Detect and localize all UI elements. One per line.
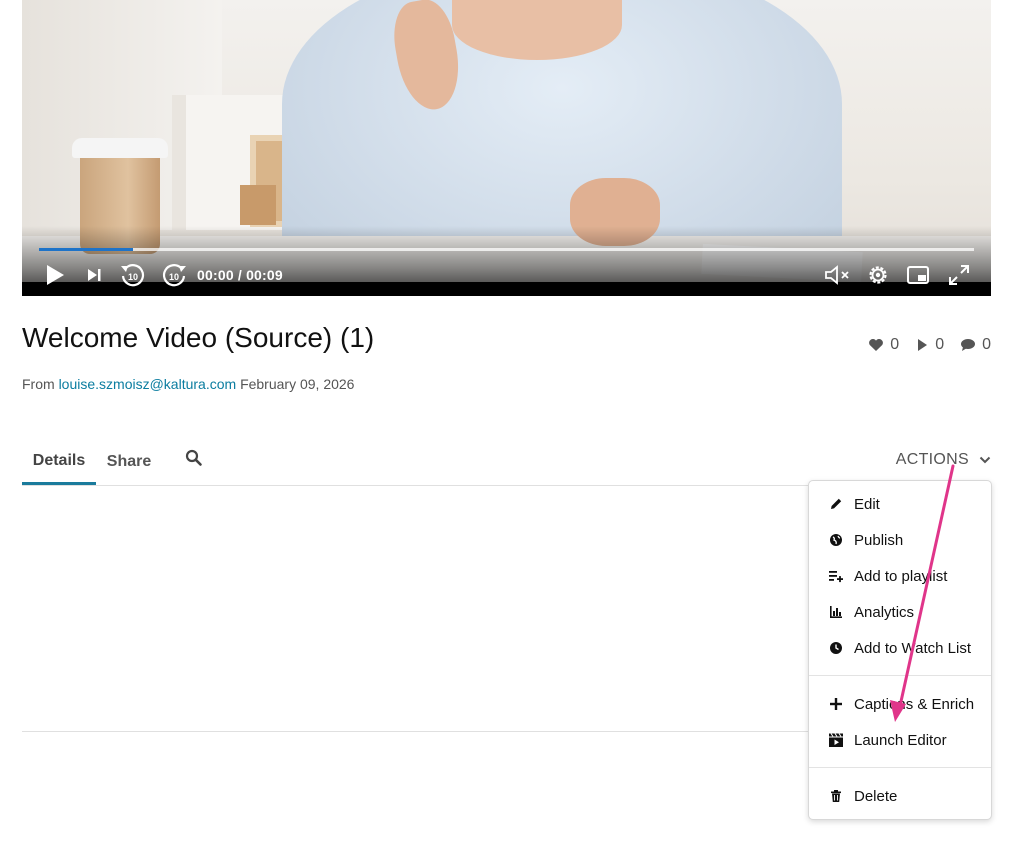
comment-icon [961, 339, 976, 351]
clock-icon [828, 640, 844, 656]
tab-details[interactable]: Details [22, 440, 96, 485]
globe-icon [828, 532, 844, 548]
menu-item-captions-enrich[interactable]: Captions & Enrich [809, 687, 991, 721]
picture-in-picture-button[interactable] [905, 262, 931, 288]
menu-item-analytics[interactable]: Analytics [809, 595, 991, 629]
settings-gear-icon[interactable] [865, 262, 891, 288]
menu-item-label: Launch Editor [854, 731, 947, 749]
plus-icon [828, 696, 844, 712]
menu-item-add-to-playlist[interactable]: Add to playlist [809, 559, 991, 593]
menu-item-label: Edit [854, 495, 880, 513]
byline: From louise.szmoisz@kaltura.com February… [22, 376, 354, 392]
play-icon [918, 339, 928, 351]
menu-item-label: Add to Watch List [854, 639, 971, 657]
next-button[interactable] [84, 262, 104, 288]
page-title: Welcome Video (Source) (1) [22, 322, 375, 353]
upload-date: February 09, 2026 [240, 376, 355, 392]
menu-item-publish[interactable]: Publish [809, 523, 991, 557]
video-player[interactable]: 10 10 00:00 / 00:09 [22, 0, 991, 296]
forward-10-button[interactable]: 10 [160, 262, 188, 288]
menu-item-label: Delete [854, 787, 898, 805]
search-icon[interactable] [185, 449, 203, 472]
rewind-10-button[interactable]: 10 [119, 262, 147, 288]
actions-label: ACTIONS [895, 451, 969, 468]
content-divider [22, 731, 822, 732]
play-button[interactable] [42, 262, 68, 288]
playlist-add-icon [828, 568, 844, 584]
menu-separator [809, 767, 991, 768]
menu-item-label: Analytics [854, 603, 915, 621]
media-stats: 0 0 0 [868, 336, 991, 354]
menu-separator [809, 675, 991, 676]
trash-icon [828, 788, 844, 804]
menu-item-label: Captions & Enrich [854, 695, 975, 713]
time-display: 00:00 / 00:09 [197, 267, 283, 283]
rewind-10-label: 10 [128, 272, 138, 282]
menu-item-label: Publish [854, 531, 904, 549]
tab-share[interactable]: Share [100, 440, 158, 483]
forward-10-label: 10 [169, 272, 179, 282]
clapperboard-icon [828, 732, 844, 748]
menu-item-launch-editor[interactable]: Launch Editor [809, 723, 991, 757]
menu-item-delete[interactable]: Delete [809, 779, 991, 813]
from-label: From [22, 376, 55, 392]
progress-fill [39, 248, 133, 251]
fullscreen-button[interactable] [946, 262, 972, 288]
actions-menu: Edit Publish Add to playlist Analytics A… [808, 480, 992, 820]
likes-count: 0 [890, 336, 900, 353]
comments-stat[interactable]: 0 [960, 336, 991, 354]
progress-bar[interactable] [39, 248, 974, 251]
likes-stat[interactable]: 0 [868, 336, 899, 354]
mute-button[interactable] [822, 262, 854, 288]
author-link[interactable]: louise.szmoisz@kaltura.com [59, 376, 237, 392]
menu-item-add-to-watch-list[interactable]: Add to Watch List [809, 631, 991, 665]
heart-icon [869, 339, 884, 351]
comments-count: 0 [982, 336, 991, 353]
plays-count: 0 [935, 336, 945, 353]
chevron-down-icon [979, 456, 991, 464]
menu-item-edit[interactable]: Edit [809, 487, 991, 521]
pencil-icon [828, 496, 844, 512]
actions-dropdown-toggle[interactable]: ACTIONS [896, 440, 991, 480]
plays-stat: 0 [915, 336, 944, 354]
menu-item-label: Add to playlist [854, 567, 948, 585]
bar-chart-icon [828, 604, 844, 620]
